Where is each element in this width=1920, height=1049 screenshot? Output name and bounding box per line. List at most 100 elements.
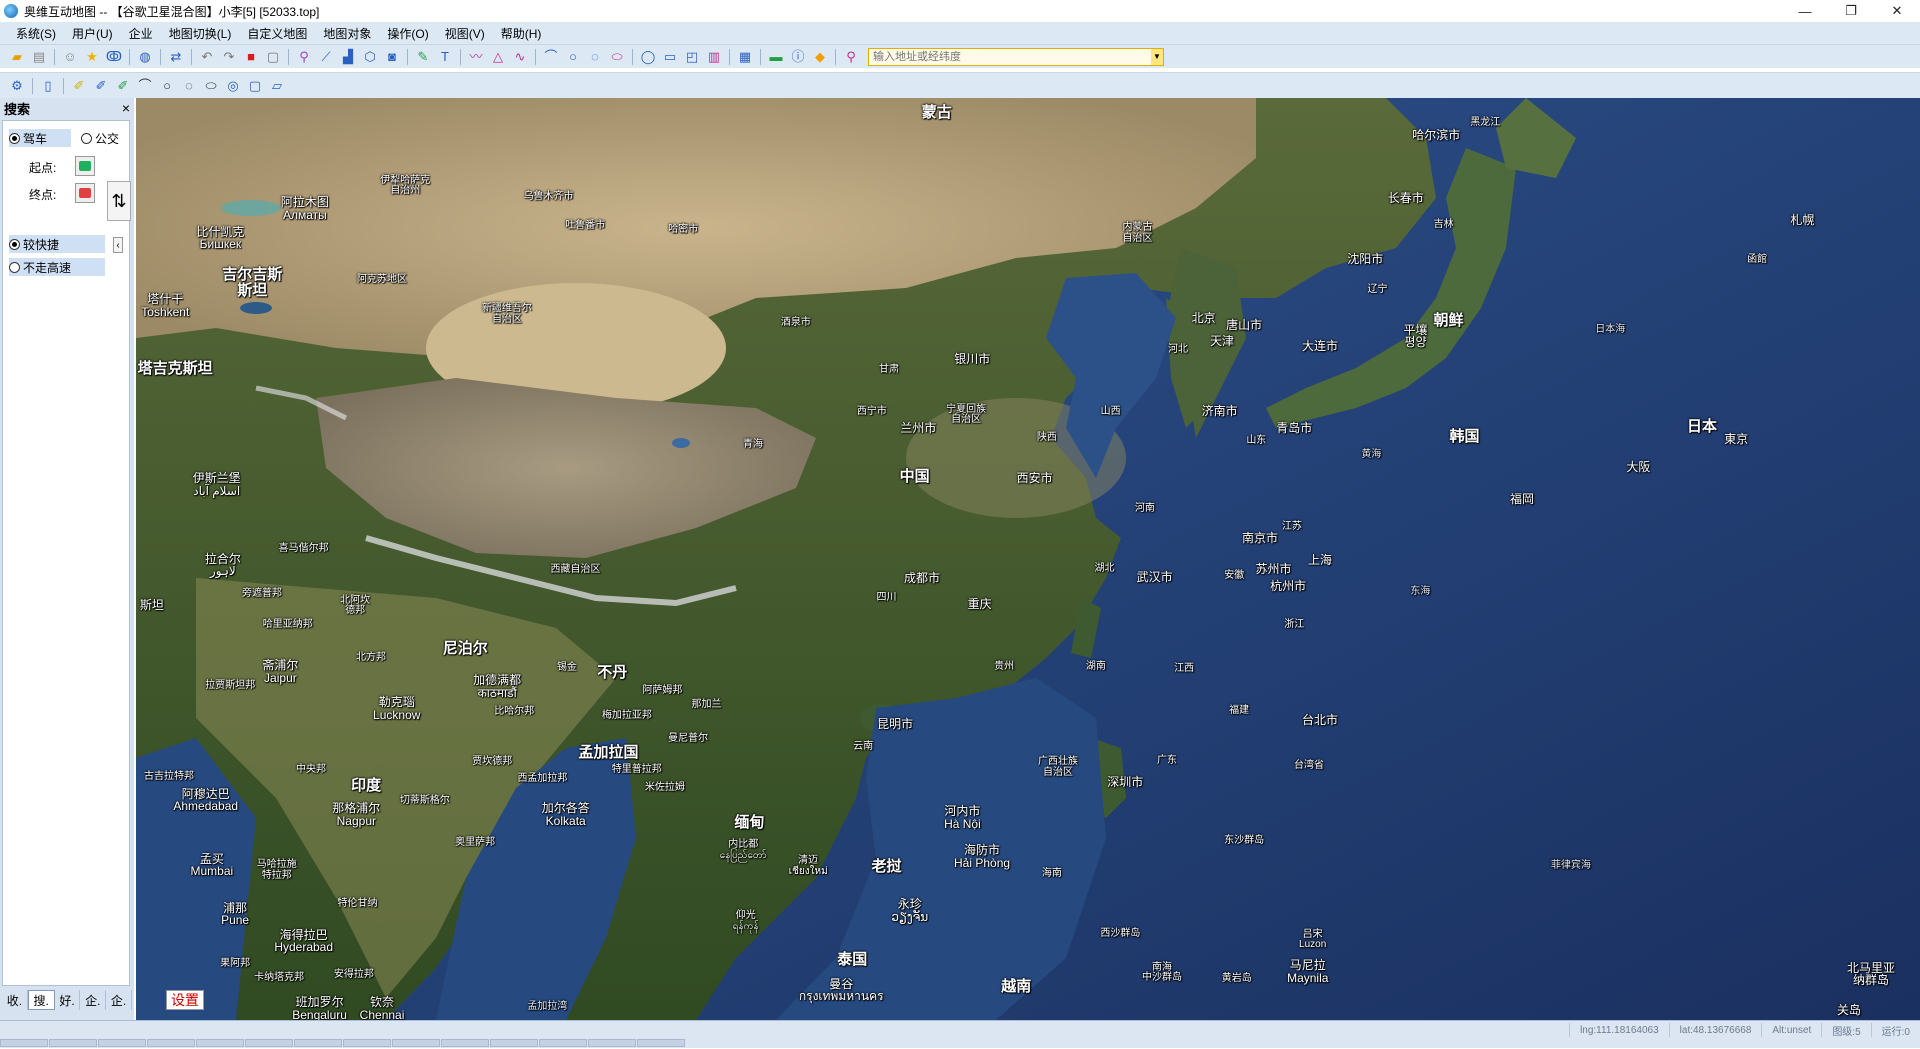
ring-icon[interactable]: ◎ xyxy=(224,77,242,95)
map-place-label[interactable]: 江西 xyxy=(1174,664,1194,675)
map-place-label[interactable]: 勒克瑙 Lucknow xyxy=(373,696,420,721)
shape-icon[interactable]: ◰ xyxy=(683,48,701,66)
map-place-label[interactable]: 酒泉市 xyxy=(781,317,811,329)
map-place-label[interactable]: 浦那 Pune xyxy=(221,901,249,927)
map-place-label[interactable]: 南京市 xyxy=(1242,532,1278,545)
map-place-label[interactable]: 阿拉木图 Алматы xyxy=(281,196,329,221)
mode-bus-option[interactable]: 公交 xyxy=(81,129,119,147)
arc-circle-icon[interactable]: ◌ xyxy=(586,48,604,66)
tab-strip-item[interactable] xyxy=(441,1039,489,1047)
map-place-label[interactable]: 中国 xyxy=(900,469,930,485)
tab-strip-item[interactable] xyxy=(294,1039,342,1047)
map-place-label[interactable]: 大阪 xyxy=(1626,461,1650,474)
select-box-icon[interactable]: ▢ xyxy=(264,48,282,66)
globe-icon[interactable]: ◍ xyxy=(136,48,154,66)
map-place-label[interactable]: 阿克苏地区 xyxy=(357,274,407,286)
info-icon[interactable]: ⓘ xyxy=(789,48,807,66)
map-place-label[interactable]: 仰光 ရန်ကုန် xyxy=(733,911,759,932)
map-place-label[interactable]: 辽宁 xyxy=(1368,284,1388,296)
map-place-label[interactable]: 安徽 xyxy=(1224,571,1244,582)
polyline-icon[interactable]: 〰 xyxy=(467,48,485,66)
minimize-button[interactable]: — xyxy=(1782,0,1828,22)
map-place-label[interactable]: 马哈拉施 特拉邦 xyxy=(257,859,297,881)
map-place-label[interactable]: 台湾省 xyxy=(1294,760,1324,772)
map-place-label[interactable]: 沈阳市 xyxy=(1347,253,1383,266)
map-place-label[interactable]: 海防市 Hải Phòng xyxy=(954,844,1010,869)
save-icon[interactable]: ▤ xyxy=(30,48,48,66)
menu-help[interactable]: 帮助(H) xyxy=(493,25,550,42)
area-measure-icon[interactable]: ▟ xyxy=(339,48,357,66)
map-place-label[interactable]: 印度 xyxy=(351,778,381,794)
map-place-label[interactable]: 湖南 xyxy=(1086,661,1106,673)
map-place-label[interactable]: 曼谷 กรุงเทพมหานคร xyxy=(799,977,884,1003)
map-place-label[interactable]: 蒙古 xyxy=(922,104,952,121)
map-place-label[interactable]: 東京 xyxy=(1724,433,1748,446)
sync-icon[interactable]: ⇄ xyxy=(167,48,185,66)
menu-system[interactable]: 系统(S) xyxy=(8,25,64,42)
tab-enterprise-1[interactable]: 企. xyxy=(80,990,107,1010)
map-place-label[interactable]: 伊犁哈萨克 自治州 xyxy=(380,175,430,197)
map-place-label[interactable]: 梅加拉亚邦 xyxy=(602,710,652,722)
map-place-label[interactable]: 吕宋 Luzon xyxy=(1299,929,1326,951)
marker-blue-icon[interactable]: ✐ xyxy=(92,77,110,95)
map-place-label[interactable]: 西安市 xyxy=(1017,472,1053,485)
circle-icon[interactable]: ○ xyxy=(564,48,582,66)
map-place-label[interactable]: 深圳市 xyxy=(1107,775,1143,789)
map-place-label[interactable]: 加德满都 काठमाडौं xyxy=(473,674,521,699)
map-place-label[interactable]: 河南 xyxy=(1135,503,1155,515)
tab-strip-item[interactable] xyxy=(392,1039,440,1047)
map-place-label[interactable]: 山西 xyxy=(1101,407,1121,418)
map-place-label[interactable]: 泰国 xyxy=(837,952,867,968)
document-icon[interactable]: ▯ xyxy=(39,77,57,95)
satellite-map[interactable]: 蒙古 哈尔滨市 黑龙江 长春市 吉林 札幌 函館 沈阳市 辽宁 日本海 内蒙古 自治区 伊犁哈萨克 自… xyxy=(136,98,1920,1020)
map-place-label[interactable]: 北马里亚 纳群岛 xyxy=(1847,961,1895,987)
tab-strip-item[interactable] xyxy=(0,1039,48,1047)
ellipse-outline-icon[interactable]: ⬭ xyxy=(202,77,220,95)
tab-search[interactable]: 搜. xyxy=(27,990,55,1010)
curve-icon[interactable]: ∿ xyxy=(511,48,529,66)
map-place-label[interactable]: 孟加拉湾 xyxy=(527,1002,567,1013)
map-place-label[interactable]: 黄海 xyxy=(1361,449,1381,461)
marker-green-icon[interactable]: ✐ xyxy=(114,77,132,95)
map-place-label[interactable]: 清迈 เชียงใหม่ xyxy=(789,856,828,877)
map-place-label[interactable]: 比哈尔邦 xyxy=(494,706,534,718)
undo-icon[interactable]: ↶ xyxy=(198,48,216,66)
map-place-label[interactable]: 老挝 xyxy=(872,859,902,875)
map-place-label[interactable]: 陕西 xyxy=(1037,432,1057,444)
map-place-label[interactable]: 广西壮族 自治区 xyxy=(1038,756,1078,778)
map-place-label[interactable]: 东沙群岛 xyxy=(1224,835,1264,847)
map-place-label[interactable]: 吐鲁番市 xyxy=(565,220,605,232)
map-place-label[interactable]: 塔什干 Toshkent xyxy=(141,293,189,318)
map-place-label[interactable]: 奥里萨邦 xyxy=(455,837,495,849)
place-pin-icon[interactable]: ⚲ xyxy=(295,48,313,66)
arc-icon[interactable]: ⌒ xyxy=(542,48,560,66)
map-place-label[interactable]: 孟买 Mumbai xyxy=(190,852,233,878)
map-place-label[interactable]: 越南 xyxy=(1001,979,1031,995)
map-place-label[interactable]: 西藏自治区 xyxy=(551,564,601,576)
map-place-label[interactable]: 平壤 평양 xyxy=(1403,323,1427,349)
map-place-label[interactable]: 新疆维吾尔 自治区 xyxy=(482,303,532,325)
map-place-label[interactable]: 广东 xyxy=(1157,755,1177,767)
map-place-label[interactable]: 内比都 နေပြည်တော် xyxy=(720,840,767,861)
map-place-label[interactable]: 河内市 Hà Nội xyxy=(944,805,981,830)
push-pin-icon[interactable]: ✎ xyxy=(414,48,432,66)
map-place-label[interactable]: 西孟加拉邦 xyxy=(517,774,567,785)
map-place-label[interactable]: 钦奈 Chennai xyxy=(360,996,405,1020)
map-place-label[interactable]: 札幌 xyxy=(1790,213,1814,227)
map-place-label[interactable]: 上海 xyxy=(1308,554,1332,567)
map-place-label[interactable]: 阿穆达巴 Ahmedabad xyxy=(173,787,238,813)
map-place-label[interactable]: 拉贾斯坦邦 xyxy=(205,681,255,692)
map-settings-button[interactable]: 设置 xyxy=(166,990,204,1010)
map-place-label[interactable]: 卡纳塔克邦 xyxy=(254,972,304,984)
map-place-label[interactable]: 特伦甘纳 xyxy=(338,899,378,910)
open-folder-icon[interactable]: ▰ xyxy=(8,48,26,66)
map-place-label[interactable]: 黑龙江 xyxy=(1470,118,1500,129)
map-place-label[interactable]: 唐山市 xyxy=(1226,319,1262,332)
option-no-highway[interactable]: 不走高速 xyxy=(9,258,105,276)
map-place-label[interactable]: 哈密市 xyxy=(668,224,698,236)
tab-strip-item[interactable] xyxy=(245,1039,293,1047)
menu-enterprise[interactable]: 企业 xyxy=(121,25,161,42)
map-place-label[interactable]: 哈里亚纳邦 xyxy=(263,620,313,631)
menu-view[interactable]: 视图(V) xyxy=(437,25,493,42)
option-fast-route[interactable]: 较快捷 xyxy=(9,235,105,253)
